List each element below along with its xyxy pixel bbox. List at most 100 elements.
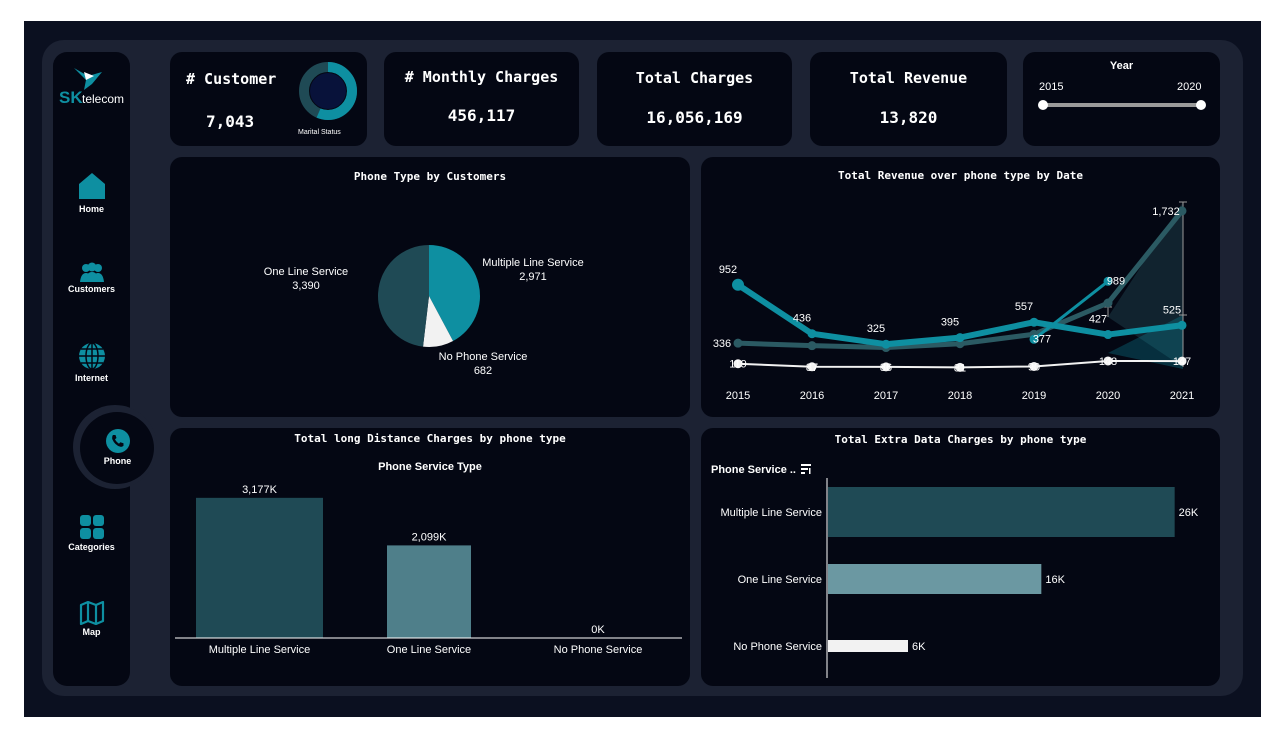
- line-xtick-2020: 2020: [1096, 390, 1120, 402]
- line-xtick-2021: 2021: [1170, 390, 1194, 402]
- map-icon: [79, 601, 104, 625]
- kpi-monthly-value: 456,117: [447, 106, 516, 125]
- long-distance-category-no-phone-service: No Phone Service: [554, 644, 643, 656]
- nav-phone[interactable]: Phone: [79, 428, 156, 466]
- nav-home[interactable]: Home: [53, 170, 130, 214]
- line-point-1-2020[interactable]: [1103, 298, 1113, 308]
- nav-categories[interactable]: Categories: [53, 514, 130, 552]
- pie-slice-one-line-service[interactable]: [378, 245, 429, 347]
- line-point-2-2015[interactable]: [732, 278, 744, 291]
- line-label-4-2017: 86: [880, 362, 892, 374]
- long-distance-value-no-phone-service: 0K: [591, 624, 605, 636]
- kpi-total-charges-value: 16,056,169: [646, 108, 743, 127]
- kpi-total-charges-title: Total Charges: [635, 69, 754, 87]
- users-icon: [79, 262, 104, 282]
- line-label-3-2020: 989: [1107, 275, 1125, 287]
- nav-phone-label: Phone: [103, 456, 132, 466]
- kpi-customer-card: # Customer 7,043 Marital Status: [170, 52, 367, 146]
- line-label-2-2019: 557: [1015, 301, 1033, 313]
- line-xtick-2019: 2019: [1022, 390, 1046, 402]
- nav-map[interactable]: Map: [53, 601, 130, 637]
- line-chart: 336 1,732 952 436 325 395 557 427 525 377 989 119 87…: [713, 201, 1194, 402]
- extra-data-bar-multiple-line-service[interactable]: [828, 487, 1175, 537]
- line-point-2-2018[interactable]: [955, 333, 965, 343]
- pie-label-no-phone-name: No Phone Service: [439, 351, 528, 363]
- extra-data-bar-no-phone-service[interactable]: [828, 640, 908, 652]
- logo-sub-text: telecom: [82, 92, 125, 106]
- long-distance-category-multiple-line-service: Multiple Line Service: [209, 644, 311, 656]
- year-slider-track[interactable]: [1043, 103, 1201, 107]
- extra-data-category-multiple-line-service: Multiple Line Service: [721, 507, 823, 519]
- kpi-monthly-title: # Monthly Charges: [404, 68, 559, 86]
- donut-caption: Marital Status: [298, 129, 341, 136]
- line-label-4-2016: 87: [806, 362, 818, 374]
- line-xtick-2015: 2015: [726, 390, 750, 402]
- nav-customers-label: Customers: [67, 284, 115, 294]
- line-label-4-2015: 119: [729, 359, 747, 371]
- line-label-4-2020: 148: [1099, 356, 1117, 368]
- line-label-3-2019: 377: [1033, 333, 1051, 345]
- line-label-2-2017: 325: [867, 323, 885, 335]
- line-label-2-2021: 525: [1163, 304, 1181, 316]
- pie-label-one-line-name: One Line Service: [264, 266, 348, 278]
- kpi-total-revenue-value: 13,820: [879, 108, 938, 127]
- line-point-2-2021[interactable]: [1177, 320, 1187, 330]
- marital-status-donut[interactable]: [298, 61, 358, 121]
- grid-icon: [79, 515, 104, 539]
- year-filter-max-label: 2020: [1177, 81, 1202, 93]
- pie-chart: One Line Service 3,390 Multiple Line Ser…: [264, 245, 584, 377]
- kpi-customer-title: # Customer: [186, 70, 277, 88]
- line-label-2-2015: 952: [719, 264, 737, 276]
- year-filter-title: Year: [1109, 60, 1134, 72]
- line-label-1-2021: 1,732: [1152, 206, 1180, 218]
- nav-customers[interactable]: Customers: [53, 262, 130, 294]
- logo-main-text: SK: [59, 88, 83, 107]
- long-distance-bar-one-line-service[interactable]: [387, 545, 471, 638]
- kpi-customer-value: 7,043: [206, 112, 255, 131]
- home-icon: [78, 173, 105, 199]
- line-point-2-2019[interactable]: [1029, 317, 1039, 327]
- kpi-monthly-card: # Monthly Charges 456,117: [384, 52, 579, 146]
- kpi-total-revenue-card: Total Revenue 13,820: [810, 52, 1007, 146]
- extra-data-category-one-line-service: One Line Service: [738, 574, 822, 586]
- long-distance-panel: Total long Distance Charges by phone typ…: [170, 428, 690, 686]
- line-label-2-2016: 436: [793, 313, 811, 325]
- year-slider-handle-max[interactable]: [1196, 100, 1206, 110]
- nav-home-label: Home: [78, 204, 104, 214]
- line-label-2-2020: 427: [1089, 314, 1107, 326]
- long-distance-value-multiple-line-service: 3,177K: [242, 484, 278, 496]
- year-slider-handle-min[interactable]: [1038, 100, 1048, 110]
- line-point-2-2016[interactable]: [807, 329, 817, 339]
- pie-label-one-line-value: 3,390: [292, 280, 320, 292]
- line-label-4-2021: 147: [1173, 356, 1191, 368]
- kpi-total-revenue-title: Total Revenue: [849, 69, 968, 87]
- extra-data-value-multiple-line-service: 26K: [1179, 507, 1199, 519]
- line-label-1-2015: 336: [713, 338, 731, 350]
- extra-data-value-one-line-service: 16K: [1045, 574, 1065, 586]
- year-filter-card: Year 2015 2020: [1023, 52, 1220, 146]
- nav-internet[interactable]: Internet: [53, 341, 130, 383]
- year-filter-min-label: 2015: [1039, 81, 1064, 93]
- extra-data-chart: 26K Multiple Line Service 16K One Line Serv…: [721, 478, 1199, 678]
- line-xtick-2017: 2017: [874, 390, 898, 402]
- line-label-4-2019: 90: [1028, 361, 1040, 373]
- kpi-total-charges-card: Total Charges 16,056,169: [597, 52, 792, 146]
- pie-label-multiple-line-value: 2,971: [519, 271, 547, 283]
- nav-categories-label: Categories: [68, 542, 115, 552]
- extra-data-category-no-phone-service: No Phone Service: [733, 641, 822, 653]
- nav-internet-label: Internet: [74, 373, 108, 383]
- line-xtick-2016: 2016: [800, 390, 824, 402]
- pie-label-no-phone-value: 682: [474, 365, 492, 377]
- long-distance-category-one-line-service: One Line Service: [387, 644, 471, 656]
- line-point-1-2015[interactable]: [733, 338, 743, 348]
- long-distance-bar-multiple-line-service[interactable]: [196, 497, 323, 638]
- extra-data-bar-one-line-service[interactable]: [828, 564, 1042, 594]
- globe-icon: [78, 342, 105, 370]
- line-panel: Total Revenue over phone type by Date 33…: [701, 157, 1220, 417]
- line-point-2-2020[interactable]: [1103, 330, 1113, 340]
- line-point-2-2017[interactable]: [881, 339, 891, 349]
- long-distance-value-one-line-service: 2,099K: [412, 531, 448, 543]
- phone-icon: [105, 429, 130, 453]
- line-point-1-2016[interactable]: [807, 341, 817, 351]
- long-distance-chart: 3,177K Multiple Line Service 2,099K One Lin…: [175, 484, 682, 656]
